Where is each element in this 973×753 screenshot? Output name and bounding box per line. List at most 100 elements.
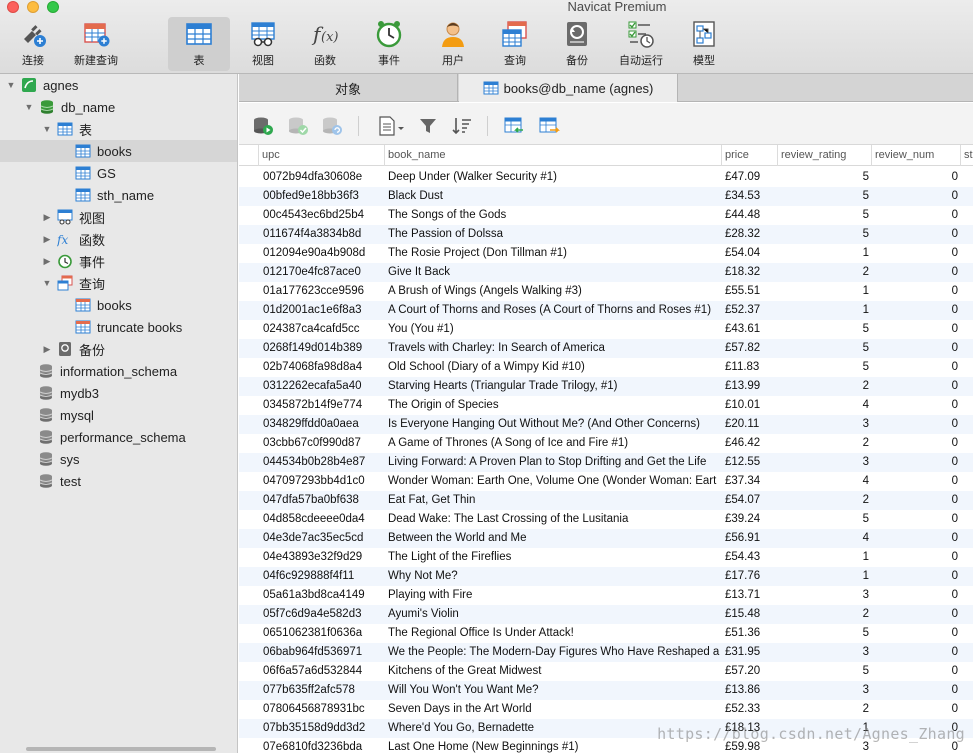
table-row[interactable]: 00c4543ec6bd25b4 The Songs of the Gods £44… xyxy=(239,206,973,225)
disclosure-expanded-icon[interactable]: ▼ xyxy=(6,80,16,90)
table-cell[interactable]: The Origin of Species xyxy=(388,396,720,415)
table-cell[interactable]: £12.55 xyxy=(725,453,777,472)
disclosure-collapsed-icon[interactable]: ▶ xyxy=(42,212,52,223)
table-cell[interactable]: Eat Fat, Get Thin xyxy=(388,491,720,510)
table-row[interactable]: 07806456878931bc Seven Days in the Art Wo… xyxy=(239,700,973,719)
table-row[interactable]: 05f7c6d9a4e582d3 Ayumi's Violin £15.48 2 0 xyxy=(239,605,973,624)
table-cell[interactable]: 0 xyxy=(871,586,962,605)
table-cell[interactable]: £34.53 xyxy=(725,187,777,206)
backup-button[interactable]: 备份 xyxy=(552,17,602,71)
table-cell[interactable]: 0 xyxy=(871,624,962,643)
table-cell[interactable]: £57.20 xyxy=(725,662,777,681)
table-cell[interactable]: Will You Won't You Want Me? xyxy=(388,681,720,700)
table-cell[interactable]: 02b74068fa98d8a4 xyxy=(263,358,383,377)
table-cell[interactable]: 4 xyxy=(777,396,873,415)
sidebar-scrollbar[interactable] xyxy=(26,747,216,751)
disclosure-expanded-icon[interactable]: ▼ xyxy=(42,278,52,288)
table-cell[interactable]: A Brush of Wings (Angels Walking #3) xyxy=(388,282,720,301)
table-row[interactable]: 06f6a57a6d532844 Kitchens of the Great Mi… xyxy=(239,662,973,681)
table-cell[interactable]: 012094e90a4b908d xyxy=(263,244,383,263)
disclosure-collapsed-icon[interactable]: ▶ xyxy=(42,256,52,267)
tree-connection-agnes[interactable]: ▼ agnes xyxy=(0,74,237,96)
query-button[interactable]: 查询 xyxy=(490,17,540,71)
function-button[interactable]: f (x) 函数 xyxy=(300,17,350,71)
table-cell[interactable]: 2 xyxy=(777,434,873,453)
tree-database-test[interactable]: test xyxy=(0,470,237,492)
table-cell[interactable]: 0 xyxy=(871,263,962,282)
table-cell[interactable]: 03cbb67c0f990d87 xyxy=(263,434,383,453)
tree-group-backup[interactable]: ▶ 备份 xyxy=(0,338,237,360)
table-cell[interactable]: 06f6a57a6d532844 xyxy=(263,662,383,681)
disclosure-collapsed-icon[interactable]: ▶ xyxy=(42,234,52,245)
tab-books-table[interactable]: books@db_name (agnes) xyxy=(459,74,678,102)
user-button[interactable]: 用户 xyxy=(428,17,478,71)
table-cell[interactable]: £10.01 xyxy=(725,396,777,415)
tree-database-db-name[interactable]: ▼ db_name xyxy=(0,96,237,118)
table-cell[interactable]: 2 xyxy=(777,700,873,719)
rollback-button[interactable] xyxy=(320,115,344,137)
table-cell[interactable]: 3 xyxy=(777,415,873,434)
table-cell[interactable]: 0 xyxy=(871,605,962,624)
table-cell[interactable]: 0 xyxy=(871,434,962,453)
table-cell[interactable]: 0268f149d014b389 xyxy=(263,339,383,358)
table-cell[interactable]: 07806456878931bc xyxy=(263,700,383,719)
table-row[interactable]: 06bab964fd536971 We the People: The Moder… xyxy=(239,643,973,662)
table-cell[interactable]: 0 xyxy=(871,168,962,187)
table-cell[interactable]: 4 xyxy=(777,529,873,548)
table-cell[interactable]: 0 xyxy=(871,187,962,206)
table-row[interactable]: 0651062381f0636a The Regional Office Is U… xyxy=(239,624,973,643)
filter-button[interactable] xyxy=(416,115,440,137)
table-cell[interactable]: £47.09 xyxy=(725,168,777,187)
table-row[interactable]: 012170e4fc87ace0 Give It Back £18.32 2 0 xyxy=(239,263,973,282)
table-cell[interactable]: 3 xyxy=(777,643,873,662)
table-cell[interactable]: 0345872b14f9e774 xyxy=(263,396,383,415)
table-cell[interactable]: We the People: The Modern-Day Figures Wh… xyxy=(388,643,720,662)
table-cell[interactable]: 01a177623cce9596 xyxy=(263,282,383,301)
table-cell[interactable]: £52.37 xyxy=(725,301,777,320)
export-button[interactable] xyxy=(537,115,561,137)
table-cell[interactable]: 04e3de7ac35ec5cd xyxy=(263,529,383,548)
new-query-button[interactable]: 新建查询 xyxy=(70,17,122,71)
table-cell[interactable]: 0 xyxy=(871,662,962,681)
table-cell[interactable]: 00c4543ec6bd25b4 xyxy=(263,206,383,225)
table-cell[interactable]: 024387ca4cafd5cc xyxy=(263,320,383,339)
tree-database-sys[interactable]: sys xyxy=(0,448,237,470)
table-cell[interactable]: 0 xyxy=(871,472,962,491)
tree-table-gs[interactable]: GS xyxy=(0,162,237,184)
table-row[interactable]: 034829ffdd0a0aea Is Everyone Hanging Out … xyxy=(239,415,973,434)
table-cell[interactable]: 0 xyxy=(871,681,962,700)
auto-run-button[interactable]: 自动运行 xyxy=(612,17,670,71)
table-row[interactable]: 024387ca4cafd5cc You (You #1) £43.61 5 0 xyxy=(239,320,973,339)
table-cell[interactable]: 0 xyxy=(871,700,962,719)
table-cell[interactable]: 1 xyxy=(777,567,873,586)
column-header-price[interactable]: price xyxy=(721,145,779,166)
table-cell[interactable]: Black Dust xyxy=(388,187,720,206)
table-cell[interactable]: 05a61a3bd8ca4149 xyxy=(263,586,383,605)
table-cell[interactable]: 044534b0b28b4e87 xyxy=(263,453,383,472)
tree-table-sth-name[interactable]: sth_name xyxy=(0,184,237,206)
table-cell[interactable]: 5 xyxy=(777,168,873,187)
tree-group-tables[interactable]: ▼ 表 xyxy=(0,118,237,140)
table-button[interactable]: 表 xyxy=(168,17,230,71)
table-cell[interactable]: 2 xyxy=(777,491,873,510)
table-cell[interactable]: £44.48 xyxy=(725,206,777,225)
table-cell[interactable]: The Songs of the Gods xyxy=(388,206,720,225)
table-cell[interactable]: 047dfa57ba0bf638 xyxy=(263,491,383,510)
event-button[interactable]: 事件 xyxy=(364,17,414,71)
table-cell[interactable]: Give It Back xyxy=(388,263,720,282)
table-cell[interactable]: The Regional Office Is Under Attack! xyxy=(388,624,720,643)
table-cell[interactable]: 0651062381f0636a xyxy=(263,624,383,643)
table-cell[interactable]: 5 xyxy=(777,624,873,643)
tree-group-views[interactable]: ▶ 视图 xyxy=(0,206,237,228)
table-cell[interactable]: £55.51 xyxy=(725,282,777,301)
table-cell[interactable]: 5 xyxy=(777,206,873,225)
table-cell[interactable]: 0 xyxy=(871,548,962,567)
table-row[interactable]: 0312262ecafa5a40 Starving Hearts (Triangu… xyxy=(239,377,973,396)
table-cell[interactable]: £11.83 xyxy=(725,358,777,377)
model-button[interactable]: 模型 xyxy=(680,17,728,71)
column-header-st[interactable]: st xyxy=(960,145,973,166)
table-cell[interactable]: 3 xyxy=(777,586,873,605)
table-cell[interactable]: Between the World and Me xyxy=(388,529,720,548)
table-cell[interactable]: 0 xyxy=(871,206,962,225)
table-cell[interactable]: 2 xyxy=(777,605,873,624)
